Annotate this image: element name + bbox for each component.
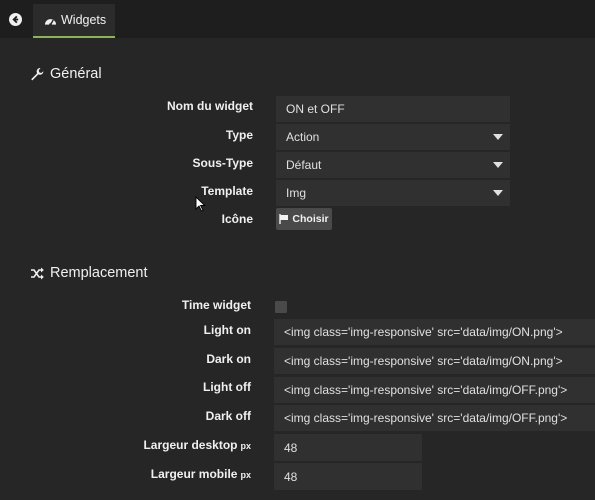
widget-name-input[interactable]: ON et OFF xyxy=(276,96,510,122)
template-label: Template xyxy=(201,184,253,198)
mobile-width-unit: px xyxy=(240,470,251,480)
dark-off-label: Dark off xyxy=(205,409,251,423)
type-select[interactable]: Action xyxy=(276,124,510,150)
chevron-down-icon xyxy=(493,190,503,196)
mobile-width-label-text: Largeur mobile xyxy=(150,467,238,481)
section-general-label: Général xyxy=(50,66,102,82)
tab-label: Widgets xyxy=(61,13,107,27)
light-off-input[interactable]: <img class='img-responsive' src='data/im… xyxy=(274,377,595,403)
desktop-width-label-text: Largeur desktop xyxy=(143,438,238,452)
mouse-cursor-icon xyxy=(195,196,206,212)
chevron-down-icon xyxy=(493,162,503,168)
desktop-width-label: Largeur desktop px xyxy=(143,438,251,452)
shuffle-icon xyxy=(31,267,44,279)
back-button[interactable] xyxy=(0,0,30,38)
icon-label: Icône xyxy=(221,212,253,226)
desktop-width-unit: px xyxy=(240,441,251,451)
template-select-value: Img xyxy=(286,186,307,200)
flag-icon xyxy=(279,214,289,224)
choose-icon-button[interactable]: Choisir xyxy=(276,208,332,230)
top-bar: Widgets xyxy=(0,0,595,38)
arrow-left-icon xyxy=(8,12,22,26)
subtype-label: Sous-Type xyxy=(192,156,253,170)
chevron-down-icon xyxy=(493,134,503,140)
choose-button-label: Choisir xyxy=(292,213,329,225)
time-widget-label: Time widget xyxy=(181,298,251,312)
desktop-width-input[interactable]: 48 xyxy=(274,434,422,461)
dark-off-input[interactable]: <img class='img-responsive' src='data/im… xyxy=(274,405,595,431)
widget-name-label: Nom du widget xyxy=(167,99,253,113)
type-select-value: Action xyxy=(286,130,320,144)
time-widget-checkbox[interactable] xyxy=(275,301,287,313)
light-on-label: Light on xyxy=(203,323,251,337)
type-label: Type xyxy=(225,128,253,142)
wrench-icon xyxy=(31,68,44,81)
tab-widgets[interactable]: Widgets xyxy=(33,4,115,38)
subtype-select-value: Défaut xyxy=(286,158,322,172)
dashboard-icon xyxy=(44,18,57,26)
light-off-label: Light off xyxy=(203,380,251,394)
subtype-select[interactable]: Défaut xyxy=(276,152,510,178)
mobile-width-label: Largeur mobile px xyxy=(151,467,251,481)
dark-on-input[interactable]: <img class='img-responsive' src='data/im… xyxy=(274,348,595,374)
section-general-title: Général xyxy=(30,66,102,82)
template-select[interactable]: Img xyxy=(276,180,510,206)
section-replacement-label: Remplacement xyxy=(50,265,148,281)
dark-on-label: Dark on xyxy=(206,352,251,366)
light-on-input[interactable]: <img class='img-responsive' src='data/im… xyxy=(274,319,595,345)
mobile-width-input[interactable]: 48 xyxy=(274,463,422,490)
section-replacement-title: Remplacement xyxy=(30,265,148,281)
